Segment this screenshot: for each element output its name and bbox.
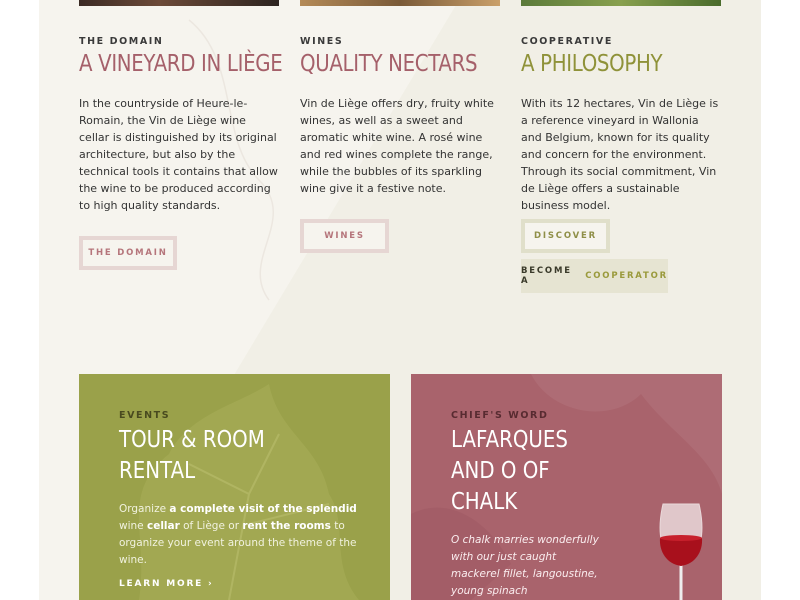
column-text: Vin de Liège offers dry, fruity white wi…	[300, 96, 494, 195]
the-domain-button[interactable]: THE DOMAIN	[79, 236, 177, 270]
events-kicker: EVENTS	[119, 410, 171, 421]
chief-title: LAFARQUES AND O OF CHALK	[451, 427, 568, 515]
events-card: EVENTS TOUR & ROOM RENTAL Organize a com…	[79, 374, 390, 600]
chiefs-word-card: CHIEF'S WORD LAFARQUES AND O OF CHALK O …	[411, 374, 722, 600]
column-kicker: THE DOMAIN	[79, 36, 164, 47]
cooperator-label: COOPERATOR	[585, 271, 668, 281]
chief-quote: O chalk marries wonderfully with our jus…	[451, 534, 599, 597]
learn-more-link[interactable]: LEARN MORE ›	[119, 579, 369, 589]
column-title: A PHILOSOPHY	[521, 51, 663, 77]
wines-button[interactable]: WINES	[300, 219, 389, 253]
column-wines: WINES QUALITY NECTARS Vin de Liège offer…	[300, 36, 500, 197]
events-content: EVENTS TOUR & ROOM RENTAL Organize a com…	[119, 410, 369, 589]
column-domain: THE DOMAIN A VINEYARD IN LIÈGE In the co…	[79, 36, 283, 214]
wine-glass-image	[659, 503, 703, 600]
chief-kicker: CHIEF'S WORD	[451, 410, 549, 421]
page-background: THE DOMAIN A VINEYARD IN LIÈGE In the co…	[39, 0, 761, 600]
events-title: TOUR & ROOM RENTAL	[119, 427, 265, 484]
column-cooperative: COOPERATIVE A PHILOSOPHY With its 12 hec…	[521, 36, 721, 214]
discover-button[interactable]: DISCOVER	[521, 219, 610, 253]
column-kicker: WINES	[300, 36, 344, 47]
become-a-label: BECOME A	[521, 266, 572, 286]
column-title: QUALITY NECTARS	[300, 51, 478, 77]
column-title: A VINEYARD IN LIÈGE	[79, 51, 283, 77]
column-kicker: COOPERATIVE	[521, 36, 613, 47]
become-cooperator-button[interactable]: BECOME A COOPERATOR	[521, 259, 668, 293]
column-text: With its 12 hectares, Vin de Liège is a …	[521, 96, 719, 212]
column-text: In the countryside of Heure-le-Romain, t…	[79, 96, 278, 212]
events-text: Organize a complete visit of the splendi…	[119, 503, 357, 566]
domain-photo	[79, 0, 279, 6]
cooperative-photo	[521, 0, 721, 6]
wines-photo	[300, 0, 500, 6]
